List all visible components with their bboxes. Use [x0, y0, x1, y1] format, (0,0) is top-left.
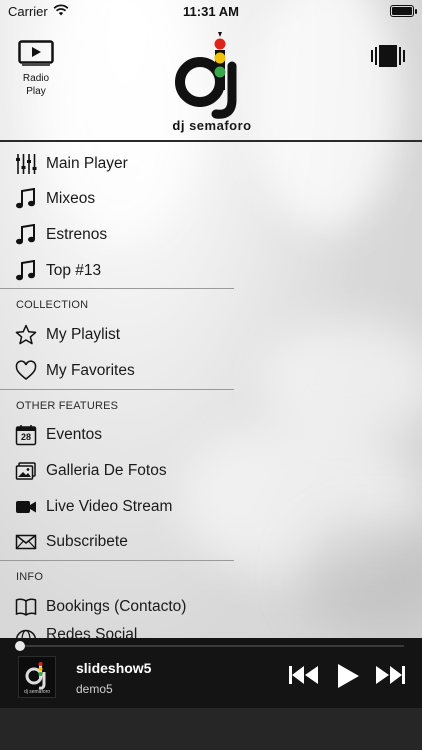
- track-title: slideshow5: [76, 660, 152, 676]
- wifi-icon: [53, 3, 69, 19]
- logo-wordmark: dj semaforo: [172, 118, 252, 133]
- menu-item-eventos[interactable]: 28 Eventos: [0, 418, 234, 454]
- menu-label: Mixeos: [46, 190, 96, 208]
- track-artwork[interactable]: dj semaforo: [18, 656, 56, 698]
- status-bar: Carrier 11:31 AM: [0, 0, 422, 22]
- play-icon: [336, 664, 360, 693]
- menu-label: Eventos: [46, 426, 103, 444]
- section-header-collection: COLLECTION: [16, 299, 89, 312]
- play-button[interactable]: [336, 663, 360, 694]
- calendar-day: 28: [20, 432, 31, 443]
- music-note-icon: [14, 223, 38, 247]
- star-icon: [14, 323, 38, 347]
- previous-button[interactable]: [288, 664, 320, 691]
- menu-item-top-13[interactable]: Top #13: [0, 253, 234, 289]
- section-header-info: INFO: [16, 570, 44, 583]
- envelope-icon: [14, 530, 38, 554]
- fast-forward-icon: [374, 666, 406, 690]
- menu-item-main-player[interactable]: Main Player: [0, 146, 234, 182]
- menu-label: Subscribete: [46, 533, 128, 551]
- equalizer-icon: [14, 152, 38, 176]
- menu-item-bookings[interactable]: Bookings (Contacto): [0, 589, 234, 625]
- music-note-icon: [14, 187, 38, 211]
- progress-bar[interactable]: [20, 645, 404, 647]
- book-icon: [14, 595, 38, 619]
- section-header-other-features: OTHER FEATURES: [16, 399, 119, 412]
- radio-label-line2: Play: [26, 86, 46, 97]
- header-divider: [0, 140, 422, 142]
- menu-label: Top #13: [46, 261, 102, 279]
- header: Radio Play dj semaforo: [0, 22, 422, 140]
- menu-item-live-video-stream[interactable]: Live Video Stream: [0, 489, 234, 525]
- video-camera-icon: [14, 495, 38, 519]
- visualizer-button[interactable]: [370, 44, 406, 73]
- progress-knob[interactable]: [15, 641, 25, 651]
- menu-label: My Favorites: [46, 361, 135, 379]
- menu-label: Bookings (Contacto): [46, 597, 187, 615]
- waveform-icon: [370, 45, 406, 72]
- calendar-icon: 28: [14, 423, 38, 447]
- play-screen-icon: [18, 40, 54, 70]
- carrier-label: Carrier: [8, 3, 48, 19]
- menu-item-my-favorites[interactable]: My Favorites: [0, 353, 234, 389]
- menu-label: Estrenos: [46, 225, 108, 243]
- menu-item-estrenos[interactable]: Estrenos: [0, 217, 234, 253]
- menu-label: Galleria De Fotos: [46, 461, 167, 479]
- menu-item-galleria-de-fotos[interactable]: Galleria De Fotos: [0, 453, 234, 489]
- battery-icon: [390, 5, 417, 17]
- side-menu: Main Player Mixeos Estrenos Top #13 COLL…: [0, 146, 234, 649]
- menu-item-my-playlist[interactable]: My Playlist: [0, 317, 234, 353]
- menu-label: Live Video Stream: [46, 497, 173, 515]
- menu-label: My Playlist: [46, 326, 121, 344]
- rewind-icon: [288, 666, 320, 690]
- mini-player: dj semaforo slideshow5 demo5: [0, 638, 422, 708]
- menu-item-subscribete[interactable]: Subscribete: [0, 524, 234, 560]
- radio-label-line1: Radio: [22, 73, 50, 84]
- heart-icon: [14, 359, 38, 383]
- next-button[interactable]: [374, 664, 406, 691]
- track-artist: demo5: [76, 682, 113, 696]
- menu-item-mixeos[interactable]: Mixeos: [0, 182, 234, 218]
- menu-label: Main Player: [46, 154, 128, 172]
- music-note-icon: [14, 259, 38, 283]
- bottom-bar: [0, 708, 422, 750]
- status-left: Carrier: [8, 4, 69, 19]
- artwork-caption: dj semaforo: [23, 689, 51, 695]
- radio-play-button[interactable]: Radio Play: [16, 40, 56, 97]
- photos-icon: [14, 459, 38, 483]
- dj-semaforo-logo: dj semaforo: [160, 30, 264, 134]
